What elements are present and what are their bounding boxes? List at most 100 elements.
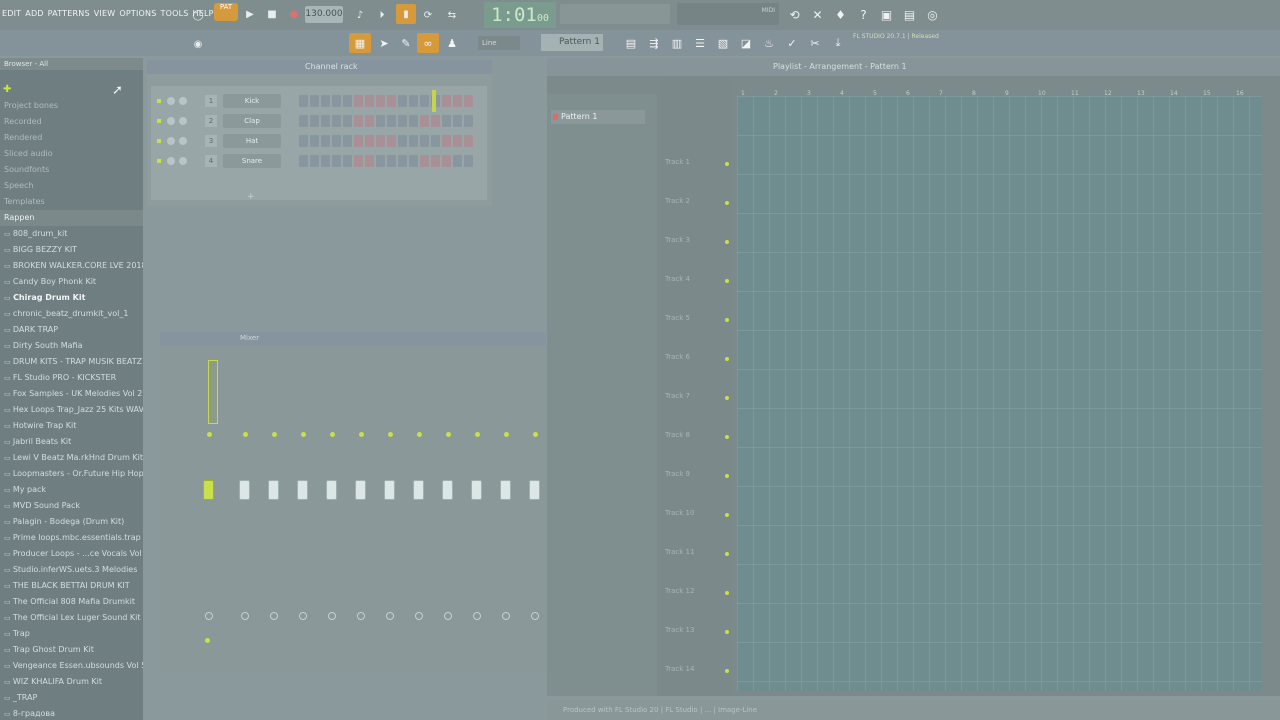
scissors-icon[interactable]: ✂: [804, 33, 826, 53]
mixer-route-knob[interactable]: [531, 612, 539, 620]
track-mute-led[interactable]: [725, 474, 729, 478]
step-button[interactable]: [343, 115, 352, 127]
snap-select[interactable]: Line: [478, 36, 520, 50]
track-mute-led[interactable]: [725, 591, 729, 595]
step-button[interactable]: [310, 155, 319, 167]
mixer-fader[interactable]: [413, 480, 424, 500]
playlist-grid[interactable]: [737, 96, 1262, 691]
stamp-icon[interactable]: ♟: [441, 33, 463, 53]
step-button[interactable]: [343, 155, 352, 167]
channel-row[interactable]: 3 Hat: [151, 132, 487, 150]
mixer-route-knob[interactable]: [444, 612, 452, 620]
track-label[interactable]: Track 8: [665, 431, 690, 439]
mixer-send-led[interactable]: [417, 432, 422, 437]
mixer-fader[interactable]: [471, 480, 482, 500]
step-button[interactable]: [464, 155, 473, 167]
browser-item[interactable]: Loopmasters - Or.Future Hip Hop: [0, 466, 143, 482]
browser-item[interactable]: chronic_beatz_drumkit_vol_1: [0, 306, 143, 322]
help-icon[interactable]: ?: [854, 5, 873, 24]
track-mute-led[interactable]: [725, 552, 729, 556]
mixer-send-led[interactable]: [446, 432, 451, 437]
browser-item[interactable]: Studio.inferWS.uets.3 Melodies: [0, 562, 143, 578]
piano-roll-icon[interactable]: ⇶: [643, 33, 665, 53]
step-button[interactable]: [453, 95, 462, 107]
step-button[interactable]: [464, 115, 473, 127]
track-label[interactable]: Track 1: [665, 158, 690, 166]
browser-item[interactable]: Hex Loops Trap_Jazz 25 Kits WAV: [0, 402, 143, 418]
step-button[interactable]: [409, 115, 418, 127]
browser-item[interactable]: THE BLACK BETTAI DRUM KIT: [0, 578, 143, 594]
mixer-send-led[interactable]: [272, 432, 277, 437]
step-button[interactable]: [387, 135, 396, 147]
pattern-song-toggle[interactable]: PAT: [214, 3, 238, 21]
browser-item[interactable]: Soundfonts: [0, 162, 143, 178]
track-mute-led[interactable]: [725, 162, 729, 166]
mixer-route-knob[interactable]: [241, 612, 249, 620]
step-button[interactable]: [299, 155, 308, 167]
menu-item[interactable]: ADD: [25, 9, 43, 18]
channel-number[interactable]: 2: [205, 115, 217, 127]
step-button[interactable]: [387, 95, 396, 107]
mixer-fader[interactable]: [355, 480, 366, 500]
channel-knob[interactable]: [167, 97, 175, 105]
step-button[interactable]: [365, 95, 374, 107]
step-button[interactable]: [321, 155, 330, 167]
step-button[interactable]: [332, 155, 341, 167]
browser-item[interactable]: MVD Sound Pack: [0, 498, 143, 514]
channel-knob[interactable]: [167, 137, 175, 145]
step-button[interactable]: [387, 155, 396, 167]
channel-row[interactable]: 1 Kick: [151, 92, 487, 110]
menu-item[interactable]: VIEW: [94, 9, 116, 18]
browser-item[interactable]: Hotwire Trap Kit: [0, 418, 143, 434]
mixer-fader[interactable]: [239, 480, 250, 500]
step-button[interactable]: [409, 95, 418, 107]
step-button[interactable]: [453, 115, 462, 127]
step-button[interactable]: [354, 135, 363, 147]
step-button[interactable]: [420, 95, 429, 107]
mixer-route-knob[interactable]: [502, 612, 510, 620]
mixer-fader[interactable]: [268, 480, 279, 500]
browser-item[interactable]: WIZ KHALIFA Drum Kit: [0, 674, 143, 690]
mixer-icon[interactable]: ☰: [689, 33, 711, 53]
channel-name-button[interactable]: Hat: [223, 134, 281, 148]
mixer-send-led[interactable]: [533, 432, 538, 437]
browser-icon[interactable]: ▧: [712, 33, 734, 53]
track-label[interactable]: Track 6: [665, 353, 690, 361]
step-button[interactable]: [343, 95, 352, 107]
news-ticker[interactable]: FL STUDIO 20.7.1 | Released: [853, 33, 939, 41]
record-arm-icon[interactable]: ◉: [188, 34, 208, 54]
step-button[interactable]: [376, 135, 385, 147]
save-icon[interactable]: ▣: [877, 5, 896, 24]
step-button[interactable]: [321, 115, 330, 127]
track-mute-led[interactable]: [725, 630, 729, 634]
plugin-icon[interactable]: ▤: [900, 5, 919, 24]
browser-item[interactable]: DARK TRAP: [0, 322, 143, 338]
mixer-route-knob[interactable]: [473, 612, 481, 620]
browser-item[interactable]: BROKEN WALKER.CORE LVE 2018: [0, 258, 143, 274]
mixer-send-led[interactable]: [301, 432, 306, 437]
countdown-icon[interactable]: ▮: [396, 4, 416, 24]
scroll-handle[interactable]: [432, 90, 436, 112]
channel-knob[interactable]: [167, 117, 175, 125]
step-button[interactable]: [354, 95, 363, 107]
step-button[interactable]: [365, 155, 374, 167]
channel-name-button[interactable]: Kick: [223, 94, 281, 108]
mixer-send-led[interactable]: [504, 432, 509, 437]
browser-item[interactable]: FL Studio PRO - KICKSTER: [0, 370, 143, 386]
mic-input-icon[interactable]: ♨: [758, 33, 780, 53]
browser-item[interactable]: Sliced audio: [0, 146, 143, 162]
step-button[interactable]: [442, 155, 451, 167]
step-button[interactable]: [354, 155, 363, 167]
browser-item[interactable]: Fox Samples - UK Melodies Vol 2: [0, 386, 143, 402]
channel-rack-icon[interactable]: ▤: [620, 33, 642, 53]
mixer-fader[interactable]: [297, 480, 308, 500]
dial-icon[interactable]: ◯: [188, 5, 208, 25]
step-button[interactable]: [442, 95, 451, 107]
browser-item[interactable]: 8-градова: [0, 706, 143, 720]
mixer-fader[interactable]: [529, 480, 540, 500]
browser-item[interactable]: Vengeance Essen.ubsounds Vol 5: [0, 658, 143, 674]
step-button[interactable]: [299, 135, 308, 147]
channel-led[interactable]: [157, 119, 161, 123]
step-button[interactable]: [464, 135, 473, 147]
browser-item[interactable]: Templates: [0, 194, 143, 210]
